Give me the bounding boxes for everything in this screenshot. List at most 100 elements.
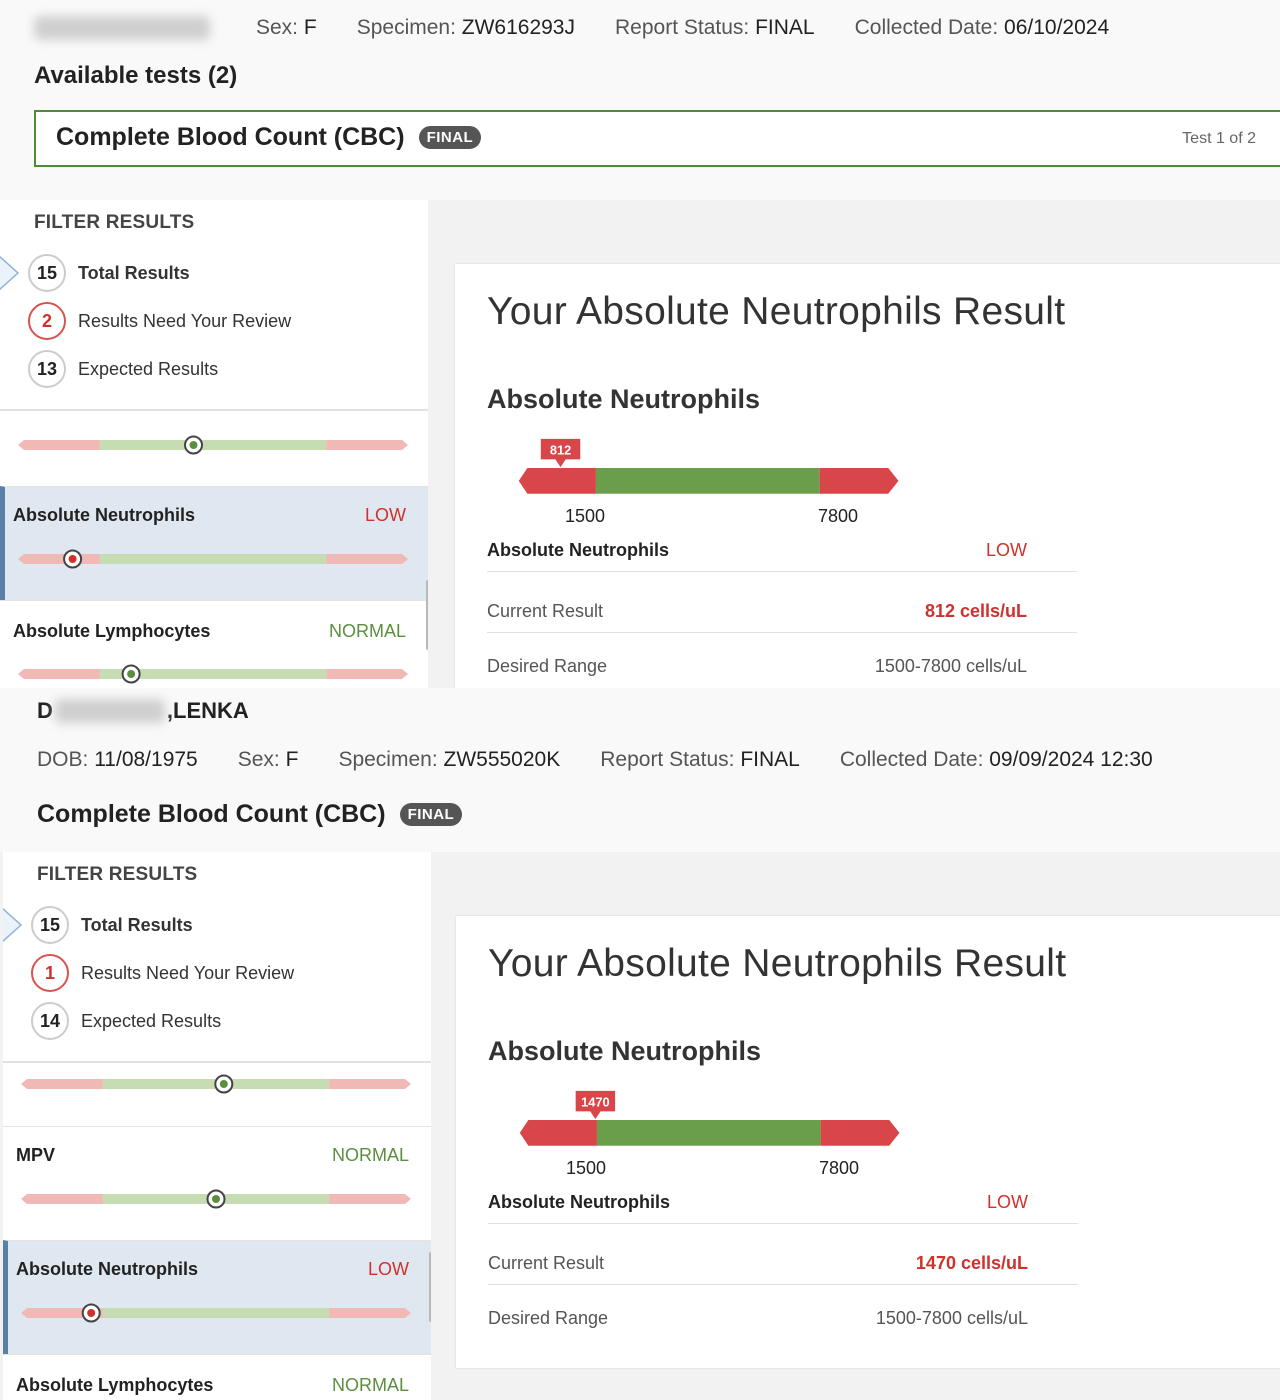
- result-detail-card: Your Absolute Neutrophils Result Absolut…: [456, 916, 1280, 1368]
- result-status: NORMAL: [328, 621, 406, 641]
- final-badge: FINAL: [418, 126, 482, 149]
- desired-range-value: 1500-7800 cells/uL: [875, 1308, 1028, 1328]
- available-tests-heading: Available tests (2): [34, 62, 238, 89]
- detail-subtitle: Absolute Neutrophils: [488, 1036, 762, 1066]
- track-low-segment: [18, 669, 100, 679]
- collected-date-field: Collected Date: 09/09/2024 12:30: [839, 748, 1153, 771]
- filter-needs-review[interactable]: 1 Results Need Your Review: [31, 954, 294, 992]
- collected-date-field: Collected Date: 06/10/2024: [854, 16, 1110, 39]
- result-item-absolute-lymphocytes[interactable]: Absolute Lymphocytes NORMAL: [3, 1354, 431, 1400]
- track-low-segment: [18, 440, 100, 450]
- track-marker-dot: [68, 555, 77, 563]
- result-status: LOW: [364, 505, 406, 525]
- range-low-segment: [519, 1120, 597, 1146]
- track-marker-dot: [189, 441, 198, 449]
- test-counter: Test 1 of 2: [1182, 130, 1256, 147]
- desired-range-row: Desired Range 1500-7800 cells/uL: [488, 1294, 1078, 1340]
- result-item-mpv[interactable]: MPV NORMAL: [3, 1126, 431, 1240]
- desired-range-row: Desired Range 1500-7800 cells/uL: [487, 642, 1077, 688]
- result-range-track: [21, 1074, 411, 1094]
- report-status-field: Report Status: FINAL: [615, 16, 815, 39]
- filter-results-card: FILTER RESULTS 15 Total Results 1 Result…: [3, 852, 431, 1062]
- track-normal-segment: [99, 554, 327, 564]
- result-summary-row: Absolute Neutrophils LOW: [487, 532, 1077, 572]
- result-range-track: [18, 549, 408, 569]
- result-range-bar: 812: [518, 438, 899, 494]
- selected-filter-arrow-icon: [0, 255, 20, 291]
- report-header: D ,LENKA DOB: 11/08/1975 Sex: F Specimen…: [0, 688, 1280, 852]
- range-high-segment: [819, 468, 899, 494]
- filter-label: Total Results: [81, 914, 193, 935]
- count-circle: 13: [28, 350, 66, 388]
- filter-label: Total Results: [78, 262, 190, 283]
- current-result-label: Current Result: [488, 1253, 605, 1273]
- current-result-row: Current Result 1470 cells/uL: [488, 1239, 1078, 1285]
- track-high-segment: [329, 1079, 411, 1089]
- result-name: Absolute Neutrophils: [487, 540, 670, 560]
- current-result-value: 812 cells/uL: [924, 601, 1027, 621]
- track-marker-dot: [219, 1080, 228, 1088]
- result-item-absolute-neutrophils[interactable]: Absolute Neutrophils LOW: [0, 486, 428, 600]
- track-high-segment: [329, 1194, 411, 1204]
- detail-title: Your Absolute Neutrophils Result: [487, 290, 1066, 333]
- filter-label: Results Need Your Review: [81, 962, 295, 983]
- range-high-label: 7800: [819, 1158, 860, 1178]
- result-name: Absolute Neutrophils: [13, 505, 196, 525]
- result-range-bar: 1470: [519, 1090, 900, 1146]
- result-status: LOW: [985, 540, 1027, 560]
- result-item-absolute-neutrophils[interactable]: Absolute Neutrophils LOW: [3, 1240, 431, 1354]
- result-name: MPV: [16, 1145, 56, 1165]
- result-name: Absolute Neutrophils: [488, 1192, 671, 1212]
- track-low-segment: [18, 554, 100, 564]
- result-item-absolute-lymphocytes[interactable]: Absolute Lymphocytes NORMAL: [0, 600, 428, 688]
- detail-subtitle: Absolute Neutrophils: [487, 384, 761, 414]
- desired-range-label: Desired Range: [488, 1308, 609, 1328]
- range-normal-segment: [596, 1120, 821, 1146]
- track-high-segment: [329, 1308, 411, 1318]
- range-high-segment: [820, 1120, 900, 1146]
- track-high-segment: [326, 554, 408, 564]
- range-low-label: 1500: [566, 1158, 607, 1178]
- report-header: Sex: F Specimen: ZW616293J Report Status…: [0, 0, 1280, 200]
- filter-total-results[interactable]: 15 Total Results: [31, 906, 193, 944]
- filter-label: Expected Results: [78, 358, 219, 379]
- detail-title: Your Absolute Neutrophils Result: [488, 942, 1067, 985]
- desired-range-value: 1500-7800 cells/uL: [874, 656, 1027, 676]
- track-high-segment: [326, 440, 408, 450]
- track-low-segment: [21, 1194, 103, 1204]
- filter-label: Results Need Your Review: [78, 310, 292, 331]
- filter-needs-review[interactable]: 2 Results Need Your Review: [28, 302, 291, 340]
- sex-field: Sex: F: [237, 748, 299, 771]
- dob-field: DOB: 11/08/1975: [37, 748, 198, 771]
- result-status: LOW: [986, 1192, 1028, 1212]
- test-name: Complete Blood Count (CBC) FINAL: [37, 800, 463, 829]
- filter-results-title: FILTER RESULTS: [37, 864, 198, 885]
- result-marker-value: 1470: [581, 1094, 610, 1109]
- sidebar-scrollbar[interactable]: [426, 580, 428, 650]
- count-circle: 15: [31, 906, 69, 944]
- final-badge: FINAL: [399, 803, 463, 826]
- filter-expected-results[interactable]: 13 Expected Results: [28, 350, 218, 388]
- range-low-segment: [518, 468, 596, 494]
- sex-field: Sex: F: [256, 16, 317, 39]
- result-list-item[interactable]: [3, 1062, 431, 1126]
- report-status-field: Report Status: FINAL: [600, 748, 800, 771]
- result-range-track: [21, 1189, 411, 1209]
- filter-total-results[interactable]: 15 Total Results: [28, 254, 190, 292]
- track-high-segment: [326, 669, 408, 679]
- sidebar-scrollbar[interactable]: [429, 1252, 431, 1322]
- count-circle: 1: [31, 954, 69, 992]
- result-list-item[interactable]: [0, 410, 428, 486]
- filter-results-title: FILTER RESULTS: [34, 212, 195, 233]
- track-marker-dot: [127, 670, 136, 678]
- filter-expected-results[interactable]: 14 Expected Results: [31, 1002, 221, 1040]
- result-name: Absolute Lymphocytes: [13, 621, 211, 641]
- result-range-track: [18, 664, 408, 684]
- test-selector[interactable]: Complete Blood Count (CBC) FINAL Test 1 …: [34, 110, 1280, 167]
- count-circle: 2: [28, 302, 66, 340]
- track-marker-dot: [87, 1309, 96, 1317]
- redacted-patient-name: [34, 16, 210, 40]
- selected-filter-arrow-icon: [3, 907, 23, 943]
- current-result-value: 1470 cells/uL: [915, 1253, 1028, 1273]
- result-range-track: [18, 435, 408, 455]
